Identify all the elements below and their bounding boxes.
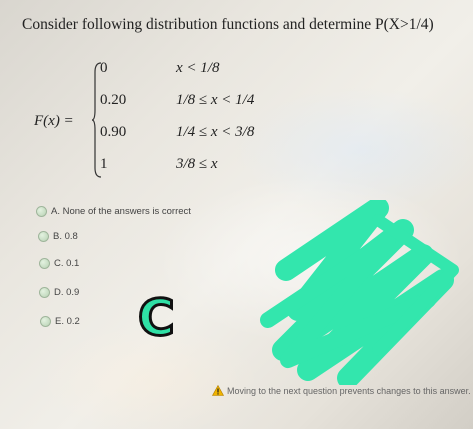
handwritten-answer: C: [137, 289, 177, 347]
case-condition: 1/4 ≤ x < 3/8: [176, 124, 255, 140]
option-d[interactable]: D. 0.9: [39, 287, 79, 298]
warning-text: Moving to the next question prevents cha…: [227, 385, 471, 396]
distribution-formula: F(x) = 0 x < 1/8 0.20 1/8 ≤ x < 1/4 0.90…: [34, 58, 334, 188]
option-b[interactable]: B. 0.8: [38, 231, 78, 242]
case-condition: 3/8 ≤ x: [176, 156, 218, 172]
formula-label: F(x) =: [34, 113, 74, 129]
option-e[interactable]: E. 0.2: [40, 316, 80, 327]
case-value: 0.20: [100, 92, 127, 108]
radio-button[interactable]: [38, 231, 49, 242]
radio-button[interactable]: [40, 316, 51, 327]
case-value: 0: [100, 60, 108, 76]
option-label: B. 0.8: [53, 231, 78, 242]
option-a[interactable]: A. None of the answers is correct: [36, 206, 191, 217]
radio-button[interactable]: [36, 206, 47, 217]
radio-button[interactable]: [39, 287, 50, 298]
option-label: D. 0.9: [54, 287, 80, 298]
question-text: Consider following distribution function…: [22, 16, 434, 33]
case-condition: 1/8 ≤ x < 1/4: [176, 92, 255, 108]
warning-triangle-icon: [212, 385, 224, 396]
option-c[interactable]: C. 0.1: [39, 258, 79, 269]
case-value: 1: [100, 156, 108, 172]
option-label: A. None of the answers is correct: [51, 206, 191, 217]
radio-button[interactable]: [39, 258, 50, 269]
case-value: 0.90: [100, 124, 127, 140]
option-label: E. 0.2: [55, 316, 80, 327]
scribble-overlay: [260, 200, 459, 385]
warning-message: Moving to the next question prevents cha…: [212, 385, 471, 396]
option-label: C. 0.1: [54, 258, 80, 269]
case-condition: x < 1/8: [176, 60, 220, 76]
